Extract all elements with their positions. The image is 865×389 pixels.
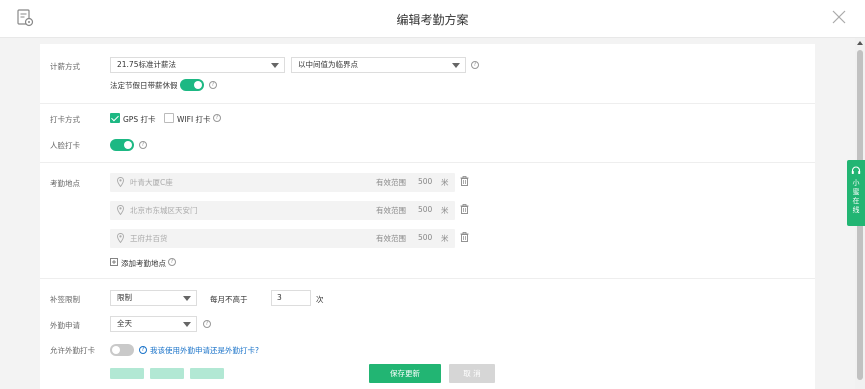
- location-pin-icon: [117, 177, 124, 187]
- supplement-select[interactable]: 限制: [110, 290, 197, 306]
- location-name: 叶青大厦C座: [130, 178, 173, 187]
- range-value: 500: [418, 233, 433, 242]
- dialog-title: 编辑考勤方案: [396, 13, 469, 27]
- location-pin-icon: [117, 205, 124, 215]
- location-row[interactable]: 北京市东城区天安门 有效范围 500 米: [110, 201, 455, 220]
- face-clock-toggle[interactable]: [110, 139, 134, 151]
- range-label: 有效范围: [376, 178, 406, 187]
- salary-method-value: 21.75标准计薪法: [117, 60, 176, 69]
- face-clock-label: 人脸打卡: [50, 141, 80, 150]
- form-panel: 计薪方式 21.75标准计薪法 以中间值为临界点 法定节假日带薪休假 打卡方式 …: [40, 44, 815, 389]
- boundary-value: 以中间值为临界点: [298, 60, 358, 69]
- plus-square-icon: [110, 258, 118, 266]
- holiday-pay-toggle[interactable]: [180, 79, 204, 91]
- range-value: 500: [418, 205, 433, 214]
- location-row[interactable]: 王府井百货 有效范围 500 米: [110, 229, 455, 248]
- help-icon[interactable]: [203, 320, 211, 328]
- range-label: 有效范围: [376, 206, 406, 215]
- outing-select[interactable]: 全天: [110, 316, 197, 332]
- save-button[interactable]: 保存更新: [369, 364, 441, 383]
- range-value: 500: [418, 177, 433, 186]
- location-name: 北京市东城区天安门: [130, 206, 198, 215]
- dialog-body: 计薪方式 21.75标准计薪法 以中间值为临界点 法定节假日带薪休假 打卡方式 …: [0, 38, 855, 389]
- help-icon[interactable]: [213, 114, 221, 122]
- holiday-pay-label: 法定节假日带薪休假: [110, 81, 178, 90]
- range-unit: 米: [441, 234, 449, 243]
- monthly-count-input[interactable]: 3: [271, 290, 311, 306]
- divider: [40, 278, 815, 279]
- help-icon[interactable]: [168, 258, 176, 266]
- location-row[interactable]: 叶青大厦C座 有效范围 500 米: [110, 173, 455, 192]
- help-icon: [139, 346, 147, 354]
- range-unit: 米: [441, 206, 449, 215]
- trash-icon[interactable]: [460, 176, 469, 186]
- trash-icon[interactable]: [460, 204, 469, 214]
- help-icon[interactable]: [139, 141, 147, 149]
- hidden-option-tag: [190, 368, 224, 379]
- chevron-down-icon: [452, 63, 460, 68]
- outing-value: 全天: [117, 319, 132, 328]
- wifi-label: WIFI 打卡: [177, 115, 211, 124]
- online-support-tab[interactable]: 小蜜在线: [847, 160, 865, 226]
- divider: [40, 162, 815, 163]
- wifi-checkbox[interactable]: [164, 113, 174, 123]
- boundary-select[interactable]: 以中间值为临界点: [291, 57, 466, 73]
- location-name: 王府井百货: [130, 234, 168, 243]
- dialog-header: 编辑考勤方案: [0, 0, 865, 38]
- online-support-label: 小蜜在线: [852, 179, 860, 214]
- headset-icon: [851, 166, 861, 174]
- add-location-label: 添加考勤地点: [121, 259, 166, 268]
- hidden-option-tag: [150, 368, 184, 379]
- clock-method-label: 打卡方式: [50, 115, 80, 124]
- trash-icon[interactable]: [460, 232, 469, 242]
- salary-method-label: 计薪方式: [50, 62, 80, 71]
- cancel-button[interactable]: 取 消: [449, 364, 495, 383]
- count-unit: 次: [316, 295, 324, 304]
- scroll-up-icon[interactable]: [857, 41, 863, 45]
- range-unit: 米: [441, 178, 449, 187]
- gps-checkbox[interactable]: [110, 113, 120, 123]
- help-icon[interactable]: [209, 81, 217, 89]
- add-location-button[interactable]: 添加考勤地点: [110, 256, 190, 268]
- divider: [40, 103, 815, 104]
- gps-label: GPS 打卡: [123, 115, 156, 124]
- outing-label: 外勤申请: [50, 321, 80, 330]
- help-icon[interactable]: [471, 61, 479, 69]
- allow-outing-label: 允许外勤打卡: [50, 346, 95, 355]
- supplement-value: 限制: [117, 293, 132, 302]
- monthly-label: 每月不高于: [210, 295, 248, 304]
- outing-help-link[interactable]: 我该使用外勤申请还是外勤打卡?: [150, 345, 259, 356]
- salary-method-select[interactable]: 21.75标准计薪法: [110, 57, 285, 73]
- hidden-option-tag: [110, 368, 144, 379]
- supplement-label: 补签限制: [50, 295, 80, 304]
- chevron-down-icon: [271, 63, 279, 68]
- range-label: 有效范围: [376, 234, 406, 243]
- chevron-down-icon: [183, 296, 191, 301]
- close-icon[interactable]: [831, 9, 847, 25]
- chevron-down-icon: [183, 322, 191, 327]
- allow-outing-toggle[interactable]: [110, 344, 134, 356]
- locations-label: 考勤地点: [50, 179, 80, 188]
- location-pin-icon: [117, 233, 124, 243]
